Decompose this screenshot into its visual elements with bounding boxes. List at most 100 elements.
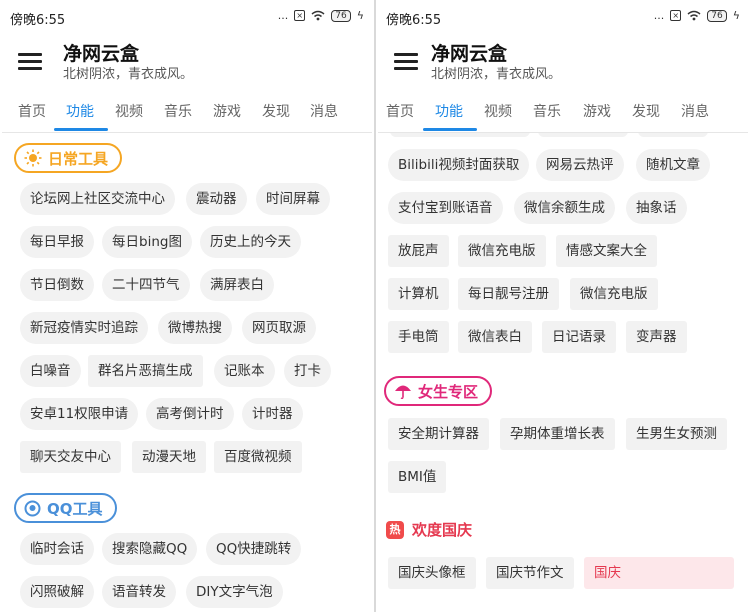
tool-chip[interactable]: 微信充电版 [458, 235, 546, 267]
tool-chip[interactable]: BMI值 [388, 461, 447, 493]
tool-chip[interactable]: 孕期体重增长表 [500, 418, 615, 450]
tool-chip[interactable]: 闪照破解 [20, 576, 94, 608]
tool-chip[interactable]: 国庆 [584, 557, 734, 589]
tab-video[interactable]: 视频 [115, 101, 143, 121]
tool-chip[interactable]: 网易云热评 [536, 149, 624, 181]
tool-chip[interactable]: 记账本 [214, 355, 275, 387]
charging-icon: ϟ [356, 9, 364, 22]
tab-active-indicator [423, 128, 477, 131]
tool-chip[interactable]: 动漫天地 [132, 441, 206, 473]
tab-messages[interactable]: 消息 [310, 101, 338, 121]
tool-chip[interactable]: 计算机 [388, 278, 449, 310]
tab-home[interactable]: 首页 [386, 101, 414, 121]
tool-chip[interactable]: 支付宝到账语音 [388, 192, 503, 224]
tab-messages[interactable]: 消息 [681, 101, 709, 121]
section-daily-tools: 日常工具 [14, 143, 123, 173]
app-bar: 净网云盒 北树阴浓，青衣成风。 [2, 34, 372, 88]
section-title: QQ工具 [47, 499, 103, 518]
status-time: 傍晚6:55 [10, 13, 66, 28]
tab-features[interactable]: 功能 [66, 101, 94, 121]
tab-music[interactable]: 音乐 [533, 101, 561, 121]
umbrella-icon [395, 385, 411, 399]
tool-chip[interactable]: DIY文字气泡 [186, 576, 283, 608]
tool-chip[interactable]: 临时会话 [20, 533, 94, 565]
app-bar: 净网云盒 北树阴浓，青衣成风。 [378, 34, 748, 88]
tool-chip[interactable]: 时间屏幕 [256, 183, 330, 215]
tool-chip[interactable]: QQ快捷跳转 [206, 533, 302, 565]
section-national-day: 热 欢度国庆 [386, 519, 472, 540]
charging-icon: ϟ [732, 9, 740, 22]
battery-icon: 76 [707, 9, 727, 22]
wifi-icon [311, 10, 325, 21]
tool-chip[interactable]: 每日bing图 [102, 226, 192, 258]
status-time: 傍晚6:55 [386, 13, 442, 28]
tool-chip[interactable]: 放屁声 [388, 235, 449, 267]
more-dots-icon: ... [653, 9, 665, 22]
menu-icon[interactable] [394, 51, 418, 71]
app-subtitle: 北树阴浓，青衣成风。 [63, 67, 194, 82]
tool-chip[interactable]: 新冠疫情实时追踪 [20, 312, 148, 344]
tool-chip[interactable]: 情感文案大全 [556, 235, 657, 267]
feature-list: 日常工具 论坛网上社区交流中心 震动器 时间屏幕 每日早报 每日bing图 历史… [2, 133, 372, 612]
tool-chip[interactable]: 震动器 [186, 183, 247, 215]
status-bar: 傍晚6:55 ... × 76 ϟ [378, 0, 748, 34]
tool-chip[interactable]: 抽象话 [626, 192, 687, 224]
tool-chip[interactable]: 打卡 [284, 355, 331, 387]
tool-chip[interactable]: 每日靓号注册 [458, 278, 559, 310]
tab-active-indicator [54, 128, 108, 131]
tab-discover[interactable]: 发现 [632, 101, 660, 121]
status-bar: 傍晚6:55 ... × 76 ϟ [2, 0, 372, 34]
tool-chip[interactable]: 每日早报 [20, 226, 94, 258]
phone-screen-right: 傍晚6:55 ... × 76 ϟ 净网云盒 北树阴浓，青衣成风。 首页 功能 … [378, 0, 748, 612]
tool-chip[interactable]: 微信表白 [458, 321, 532, 353]
scrolled-chip-edges [388, 133, 728, 139]
tool-chip[interactable]: 节日倒数 [20, 269, 94, 301]
sim-off-icon: × [670, 10, 682, 21]
tool-chip[interactable]: 安全期计算器 [388, 418, 489, 450]
app-title: 净网云盒 [431, 43, 508, 65]
feature-list: Bilibili视频封面获取 网易云热评 随机文章 支付宝到账语音 微信余额生成… [378, 133, 748, 612]
status-icons: ... × 76 ϟ [278, 9, 364, 22]
phone-screen-left: 傍晚6:55 ... × 76 ϟ 净网云盒 北树阴浓，青衣成风。 首页 功能 … [2, 0, 372, 612]
tool-chip[interactable]: 安卓11权限申请 [20, 398, 139, 430]
tab-games[interactable]: 游戏 [583, 101, 611, 121]
section-title: 日常工具 [48, 149, 109, 168]
tool-chip[interactable]: 百度微视频 [214, 441, 302, 473]
tab-music[interactable]: 音乐 [164, 101, 192, 121]
tool-chip[interactable]: 国庆头像框 [388, 557, 476, 589]
tool-chip[interactable]: 群名片恶搞生成 [88, 355, 203, 387]
tool-chip[interactable]: 微信余额生成 [514, 192, 615, 224]
tool-chip[interactable]: 随机文章 [636, 149, 710, 181]
wifi-icon [687, 10, 701, 21]
tool-chip[interactable]: 微博热搜 [158, 312, 232, 344]
tab-bar: 首页 功能 视频 音乐 游戏 发现 消息 [378, 90, 748, 133]
tool-chip[interactable]: 日记语录 [542, 321, 616, 353]
tool-chip[interactable]: 网页取源 [242, 312, 316, 344]
tool-chip[interactable]: 高考倒计时 [146, 398, 234, 430]
tool-chip[interactable]: 聊天交友中心 [20, 441, 121, 473]
tab-video[interactable]: 视频 [484, 101, 512, 121]
tool-chip[interactable]: 变声器 [626, 321, 687, 353]
tab-games[interactable]: 游戏 [213, 101, 241, 121]
tool-chip[interactable]: 计时器 [242, 398, 303, 430]
tool-chip[interactable]: 历史上的今天 [200, 226, 301, 258]
tool-chip[interactable]: Bilibili视频封面获取 [388, 149, 530, 181]
section-qq-tools: QQ工具 [14, 493, 117, 523]
tool-chip[interactable]: 生男生女预测 [626, 418, 727, 450]
tool-chip[interactable]: 满屏表白 [200, 269, 274, 301]
tab-home[interactable]: 首页 [18, 101, 46, 121]
tool-chip[interactable]: 微信充电版 [570, 278, 658, 310]
tab-discover[interactable]: 发现 [262, 101, 290, 121]
tab-bar: 首页 功能 视频 音乐 游戏 发现 消息 [2, 90, 372, 133]
hot-badge-icon: 热 [386, 520, 404, 539]
sim-off-icon: × [294, 10, 306, 21]
tool-chip[interactable]: 白噪音 [20, 355, 81, 387]
tool-chip[interactable]: 语音转发 [102, 576, 176, 608]
tool-chip[interactable]: 论坛网上社区交流中心 [20, 183, 175, 215]
tab-features[interactable]: 功能 [435, 101, 463, 121]
tool-chip[interactable]: 手电筒 [388, 321, 449, 353]
menu-icon[interactable] [18, 51, 42, 71]
tool-chip[interactable]: 国庆节作文 [486, 557, 574, 589]
tool-chip[interactable]: 搜索隐藏QQ [102, 533, 198, 565]
tool-chip[interactable]: 二十四节气 [102, 269, 190, 301]
